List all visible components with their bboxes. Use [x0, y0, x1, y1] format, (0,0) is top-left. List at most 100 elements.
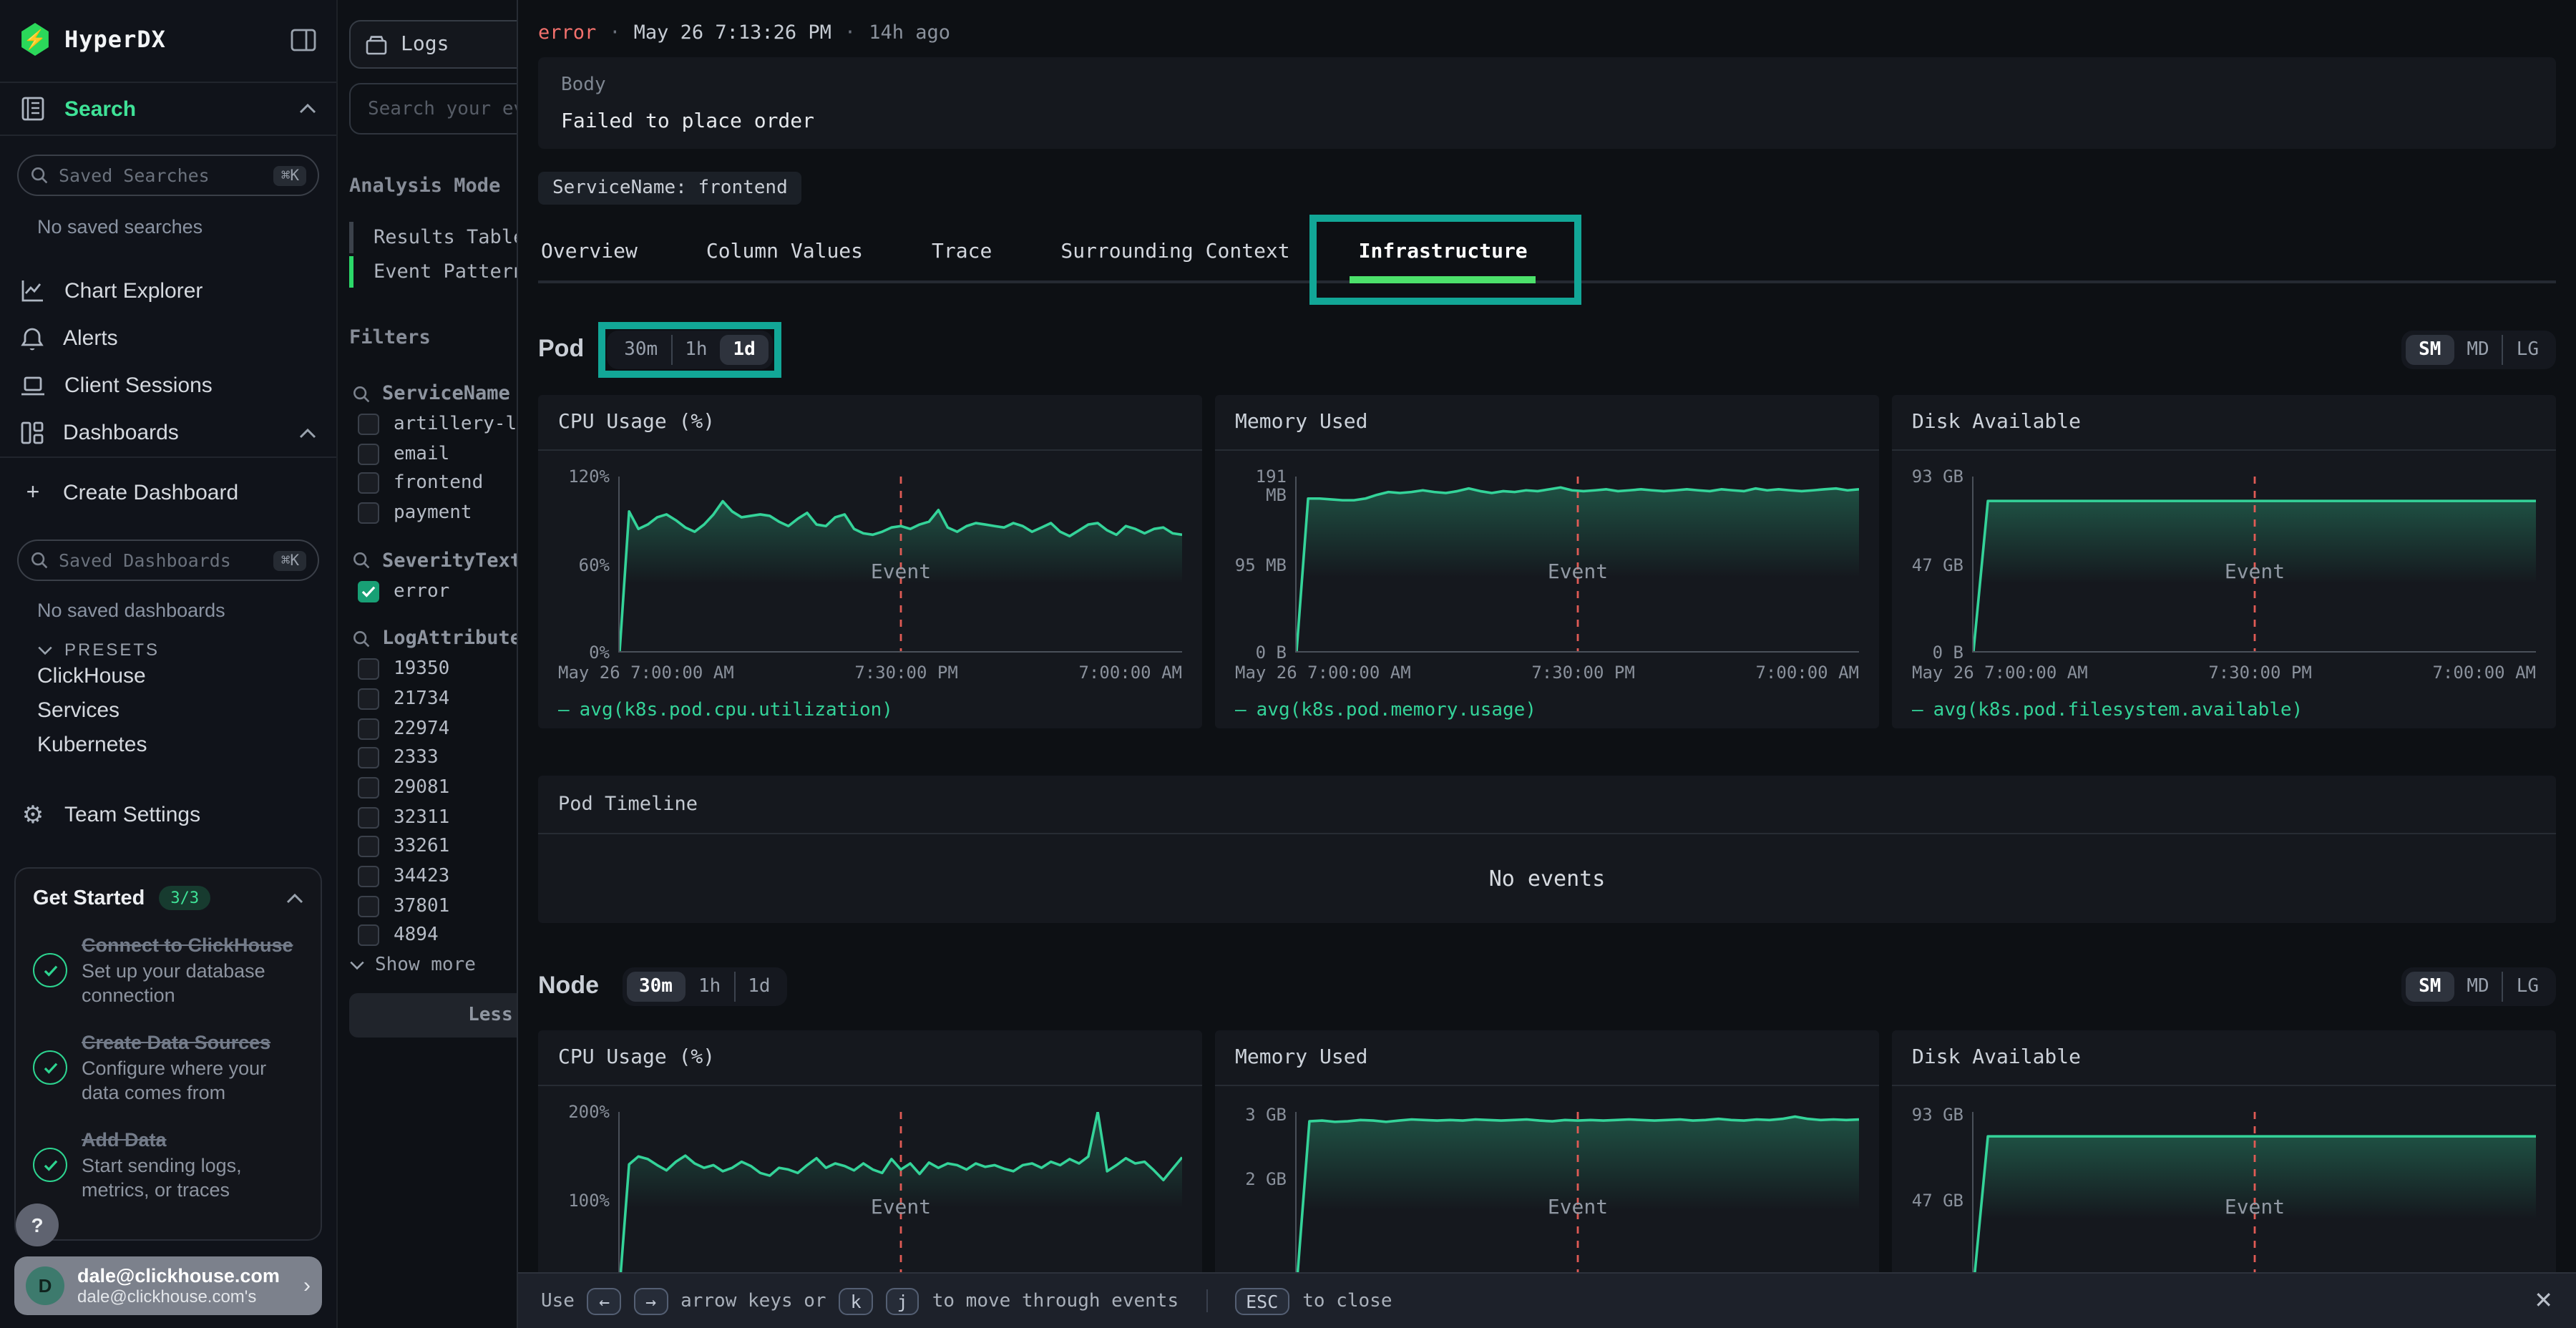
segment-md[interactable]: MD — [2454, 971, 2502, 1001]
checkbox[interactable] — [358, 472, 379, 494]
checkbox[interactable] — [358, 806, 379, 828]
event-detail-panel: error · May 26 7:13:26 PM · 14h ago Body… — [517, 0, 2576, 1328]
y-tick-label: 3 GB — [1232, 1107, 1287, 1126]
get-started-item[interactable]: Connect to ClickHouseSet up your databas… — [33, 933, 303, 1007]
sidebar-item-label: Client Sessions — [64, 374, 316, 398]
saved-dashboards-input[interactable]: Saved Dashboards ⌘K — [17, 540, 319, 581]
bell-icon — [20, 326, 44, 351]
x-tick-label: 7:00:00 AM — [1755, 663, 1859, 683]
sidebar-item-services[interactable]: Services — [0, 694, 336, 728]
segment-30m[interactable]: 30m — [611, 334, 670, 364]
brand-title: HyperDX — [64, 26, 291, 53]
tab-trace[interactable]: Trace — [929, 229, 995, 280]
analysis-mode-label: Event Patterns — [374, 260, 537, 283]
sidebar-item-kubernetes[interactable]: Kubernetes — [0, 728, 336, 763]
segment-lg[interactable]: LG — [2502, 334, 2552, 364]
sidebar-item-alerts[interactable]: Alerts — [0, 315, 336, 362]
checkbox[interactable] — [358, 896, 379, 917]
filter-option-label: 29081 — [394, 777, 449, 799]
segment-1h[interactable]: 1h — [686, 971, 733, 1001]
collapse-sidebar-icon[interactable] — [291, 28, 316, 51]
segment-lg[interactable]: LG — [2502, 971, 2552, 1001]
tab-overview[interactable]: Overview — [538, 229, 640, 280]
event-marker-label: Event — [2225, 1196, 2285, 1219]
segment-1d[interactable]: 1d — [721, 334, 769, 364]
filter-option-label: 4894 — [394, 925, 439, 947]
chart-plot-area: Event — [1972, 477, 2536, 653]
sidebar-item-client-sessions[interactable]: Client Sessions — [0, 362, 336, 409]
footer-text: Use — [541, 1290, 575, 1312]
chart-title: CPU Usage (%) — [558, 1046, 715, 1069]
checkbox[interactable] — [358, 502, 379, 524]
tab-surrounding-context[interactable]: Surrounding Context — [1058, 229, 1292, 280]
segment-30m[interactable]: 30m — [626, 971, 686, 1001]
checkbox[interactable] — [358, 414, 379, 435]
filter-option-label: 33261 — [394, 836, 449, 858]
checkbox[interactable] — [358, 659, 379, 680]
checkbox[interactable] — [358, 866, 379, 887]
y-axis: 200%100% — [558, 1112, 618, 1274]
laptop-icon — [20, 374, 46, 397]
service-name-tag[interactable]: ServiceName: frontend — [538, 172, 802, 205]
segment-sm[interactable]: SM — [2406, 334, 2454, 364]
search-icon — [352, 552, 371, 570]
create-dashboard-button[interactable]: + Create Dashboard — [0, 469, 336, 517]
pod-timeline-empty-state: No events — [538, 834, 2556, 923]
get-started-card: Get Started 3/3 Connect to ClickHouseSet… — [14, 867, 322, 1241]
footer-text: arrow keys or — [680, 1290, 826, 1312]
footer-divider — [1206, 1289, 1207, 1312]
segment-1h[interactable]: 1h — [670, 334, 720, 364]
chart-title: Disk Available — [1912, 1046, 2081, 1069]
filter-group-name: SeverityText — [382, 550, 522, 572]
chevron-up-icon[interactable] — [286, 892, 303, 904]
sidebar-item-label: Alerts — [63, 326, 316, 351]
sidebar-item-clickhouse[interactable]: ClickHouse — [0, 660, 336, 694]
tab-infrastructure[interactable]: Infrastructure — [1356, 229, 1531, 280]
checkbox[interactable] — [358, 748, 379, 769]
sidebar-item-chart-explorer[interactable]: Chart Explorer — [0, 268, 336, 315]
navigation-footer: Use ← → arrow keys or k j to move throug… — [518, 1272, 2576, 1328]
node-disk-chart-card: Disk Available93 GB47 GBEvent — [1892, 1030, 2556, 1274]
node-time-range-toggle: 30m1h1d — [622, 967, 788, 1005]
body-value: Failed to place order — [561, 110, 2533, 133]
get-started-item[interactable]: Create Data SourcesConfigure where your … — [33, 1030, 303, 1105]
sidebar-item-search[interactable]: Search — [0, 83, 336, 135]
saved-dashboards-placeholder: Saved Dashboards — [59, 550, 274, 571]
dashboards-icon — [20, 421, 44, 445]
sidebar-item-label: Team Settings — [64, 803, 316, 827]
help-button[interactable]: ? — [16, 1204, 59, 1246]
segment-md[interactable]: MD — [2454, 334, 2502, 364]
checkbox[interactable] — [358, 836, 379, 858]
user-menu[interactable]: D dale@clickhouse.com dale@clickhouse.co… — [14, 1256, 322, 1315]
search-icon — [30, 166, 49, 185]
checked-checkbox[interactable] — [358, 580, 379, 602]
severity-badge: error — [538, 21, 596, 44]
presets-toggle[interactable]: PRESETS — [37, 640, 336, 660]
get-started-item-title: Connect to ClickHouse — [82, 933, 303, 959]
get-started-item[interactable]: Add DataStart sending logs, metrics, or … — [33, 1128, 303, 1202]
separator: · — [844, 21, 856, 44]
sidebar-item-team-settings[interactable]: ⚙ Team Settings — [0, 791, 336, 839]
k-key: k — [839, 1287, 873, 1314]
y-tick-label: 95 MB — [1232, 556, 1287, 575]
checkbox[interactable] — [358, 718, 379, 739]
brand-row: ⚡ HyperDX — [0, 0, 336, 73]
chart-title: CPU Usage (%) — [558, 411, 715, 434]
segment-sm[interactable]: SM — [2406, 971, 2454, 1001]
tab-column-values[interactable]: Column Values — [703, 229, 866, 280]
saved-searches-input[interactable]: Saved Searches ⌘K — [17, 155, 319, 196]
checkbox[interactable] — [358, 925, 379, 947]
pod-section-label: Pod — [538, 335, 584, 363]
filter-option-label: email — [394, 443, 449, 464]
checkbox[interactable] — [358, 777, 379, 799]
close-panel-button[interactable]: ✕ — [2534, 1286, 2553, 1315]
event-marker-label: Event — [2225, 560, 2285, 583]
pod-memory-chart-card: Memory Used191 MB95 MB0 BEventMay 26 7:0… — [1215, 395, 1879, 728]
segment-1d[interactable]: 1d — [733, 971, 783, 1001]
sidebar-item-dashboards[interactable]: Dashboards — [0, 409, 336, 456]
get-started-item-desc: Start sending logs, metrics, or traces — [82, 1153, 303, 1202]
chart-plot-area: Event — [1295, 477, 1859, 653]
get-started-progress-badge: 3/3 — [159, 886, 210, 910]
checkbox[interactable] — [358, 688, 379, 710]
checkbox[interactable] — [358, 443, 379, 464]
